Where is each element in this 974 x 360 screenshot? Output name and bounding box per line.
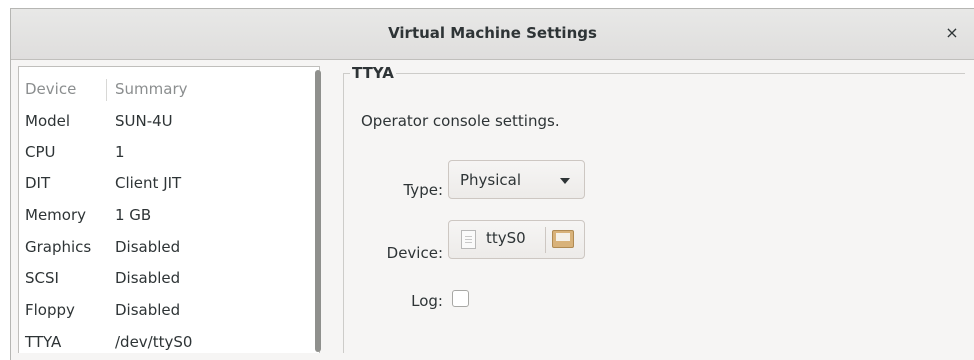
title-bar: Virtual Machine Settings × — [11, 9, 974, 60]
device-name: Memory — [25, 206, 87, 224]
device-summary: 1 GB — [115, 206, 152, 224]
device-list-scrollbar[interactable] — [314, 66, 322, 352]
button-divider — [545, 227, 546, 253]
log-label: Log: — [411, 292, 443, 310]
device-row-memory[interactable]: Memory 1 GB — [19, 201, 319, 232]
type-label: Type: — [403, 181, 443, 199]
device-file-chooser-button[interactable]: ttyS0 — [448, 220, 585, 259]
close-icon[interactable]: × — [940, 21, 964, 45]
device-name: CPU — [25, 143, 56, 161]
device-row-ttya[interactable]: TTYA /dev/ttyS0 — [19, 328, 319, 353]
device-summary: Disabled — [115, 301, 181, 319]
device-row-cpu[interactable]: CPU 1 — [19, 138, 319, 169]
device-list: Device Summary Model SUN-4U CPU 1 DIT Cl… — [18, 66, 320, 353]
device-row-scsi[interactable]: SCSI Disabled — [19, 264, 319, 295]
device-list-header: Device Summary — [19, 75, 319, 106]
column-header-summary[interactable]: Summary — [115, 80, 188, 98]
device-file-name: ttyS0 — [486, 229, 526, 247]
scrollbar-thumb[interactable] — [315, 70, 321, 352]
chevron-down-icon — [560, 178, 570, 184]
panel-title: TTYA — [350, 64, 396, 82]
document-icon — [461, 230, 476, 249]
device-summary: Disabled — [115, 238, 181, 256]
column-header-device[interactable]: Device — [25, 80, 76, 98]
panel-description: Operator console settings. — [361, 112, 560, 130]
type-dropdown[interactable]: Physical — [448, 160, 585, 199]
device-name: TTYA — [25, 333, 62, 351]
device-name: DIT — [25, 174, 51, 192]
device-row-floppy[interactable]: Floppy Disabled — [19, 296, 319, 327]
device-name: Model — [25, 112, 71, 130]
device-summary: 1 — [115, 143, 125, 161]
device-label: Device: — [386, 244, 443, 262]
device-name: Floppy — [25, 301, 75, 319]
type-dropdown-value: Physical — [460, 171, 522, 189]
device-name: Graphics — [25, 238, 92, 256]
device-summary: Client JIT — [115, 174, 182, 192]
device-summary: Disabled — [115, 269, 181, 287]
device-summary: /dev/ttyS0 — [115, 333, 193, 351]
device-row-model[interactable]: Model SUN-4U — [19, 107, 319, 138]
column-divider — [106, 79, 107, 101]
device-summary: SUN-4U — [115, 112, 173, 130]
folder-icon[interactable] — [552, 230, 574, 248]
device-name: SCSI — [25, 269, 59, 287]
window-title: Virtual Machine Settings — [388, 24, 597, 42]
log-checkbox[interactable] — [452, 290, 469, 307]
device-row-dit[interactable]: DIT Client JIT — [19, 169, 319, 200]
device-row-graphics[interactable]: Graphics Disabled — [19, 233, 319, 264]
